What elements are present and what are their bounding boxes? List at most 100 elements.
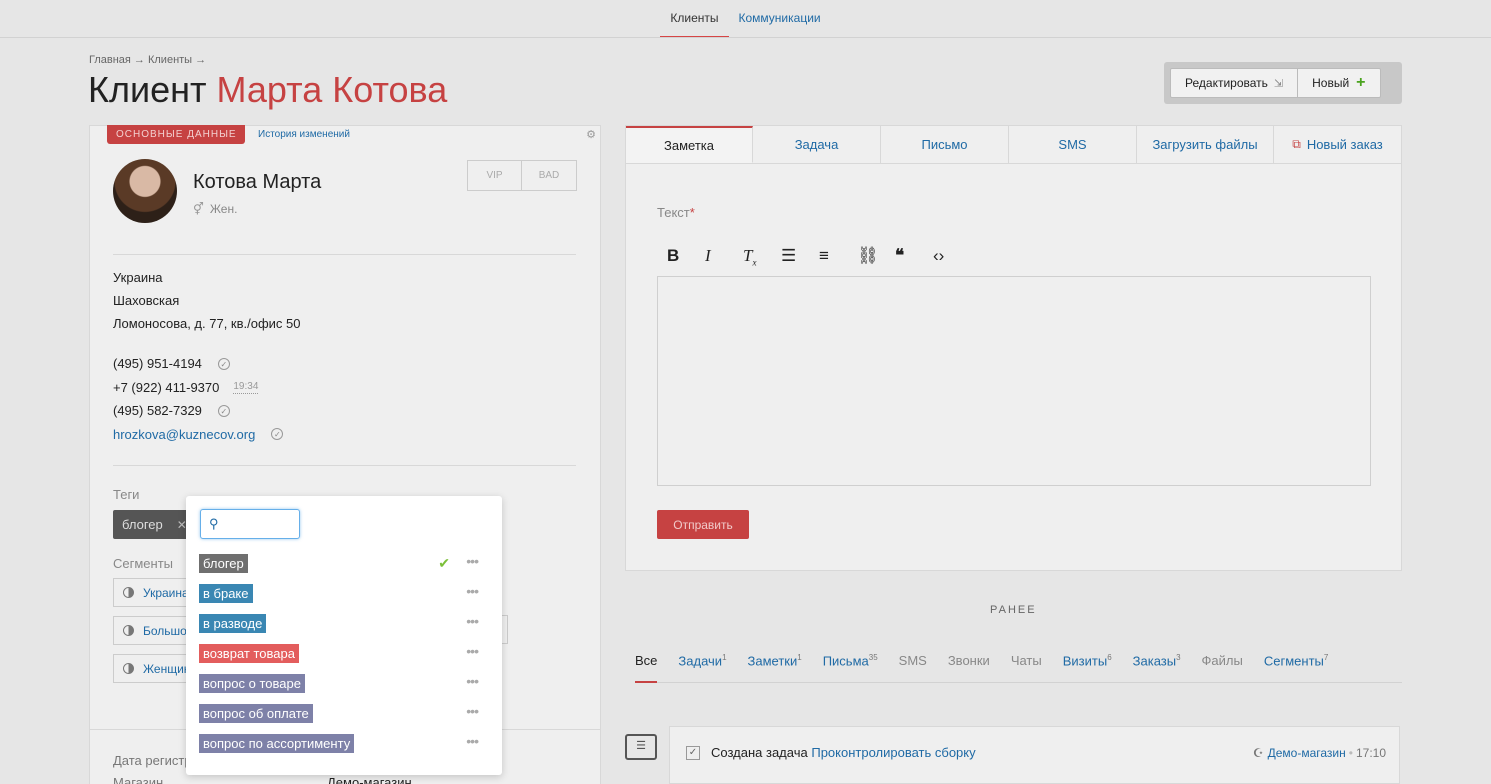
- phone-1[interactable]: (495) 951-4194: [113, 352, 202, 376]
- feed-item-shop[interactable]: Демо-магазин: [1268, 746, 1346, 760]
- more-options-icon[interactable]: •••: [466, 613, 479, 629]
- tag-option[interactable]: вопрос об оплате •••: [194, 698, 490, 728]
- history-link[interactable]: История изменений: [258, 129, 350, 140]
- shop-label: Магазин: [113, 775, 164, 784]
- gear-icon[interactable]: ⚙: [586, 128, 596, 141]
- breadcrumb[interactable]: Главная → Клиенты →: [89, 54, 206, 66]
- tag-chip[interactable]: блогер ✕: [113, 510, 196, 539]
- edit-button[interactable]: Редактировать ⇲: [1170, 68, 1299, 98]
- code-icon[interactable]: ‹›: [933, 246, 971, 267]
- feed-tab-count: 6: [1107, 653, 1112, 662]
- gender-label: Жен.: [209, 202, 238, 216]
- tab-note[interactable]: Заметка: [626, 126, 753, 163]
- feed-tab-all[interactable]: Все: [635, 653, 658, 683]
- avatar: [113, 159, 177, 223]
- more-options-icon[interactable]: •••: [466, 643, 479, 659]
- feed-tab-emails[interactable]: Письма35: [823, 653, 878, 682]
- tab-sms[interactable]: SMS: [1009, 126, 1137, 163]
- text-field-label-text: Текст: [657, 205, 690, 220]
- tag-option[interactable]: вопрос по ассортименту •••: [194, 728, 490, 758]
- tab-new-order[interactable]: ⧉ Новый заказ: [1274, 126, 1401, 163]
- tag-option-label: в разводе: [199, 613, 267, 633]
- feed-tab-label: Звонки: [947, 653, 990, 668]
- shop-value: Демо-магазин: [327, 775, 412, 784]
- search-icon: ⚲: [209, 516, 219, 531]
- contacts: (495) 951-4194 ✓ +7 (922) 411-9370 19:34 (…: [113, 352, 284, 447]
- segments-label: Сегменты: [113, 556, 174, 571]
- italic-icon[interactable]: I: [705, 246, 743, 267]
- task-checkbox[interactable]: ✓: [686, 746, 700, 760]
- feed-tab-notes[interactable]: Заметки1: [748, 653, 802, 682]
- customer-name: Котова Марта: [193, 171, 322, 193]
- tag-option[interactable]: в браке •••: [194, 578, 490, 608]
- feed-tab-label: Все: [635, 653, 658, 668]
- tag-option[interactable]: в разводе •••: [194, 608, 490, 638]
- divider: [113, 465, 576, 466]
- note-text-editor[interactable]: [657, 276, 1371, 486]
- link-icon[interactable]: ⛓: [857, 246, 895, 267]
- quote-icon[interactable]: ❝: [895, 246, 933, 267]
- feed-tab-count: 1: [797, 653, 802, 662]
- bullet-list-icon[interactable]: ☰: [781, 246, 819, 267]
- feed-tab-visits[interactable]: Визиты6: [1063, 653, 1112, 682]
- tag-option-label: блогер: [199, 553, 248, 573]
- feed-tab-sms[interactable]: SMS: [899, 653, 927, 682]
- tag-search-field[interactable]: ⚲: [200, 509, 300, 539]
- tag-search-input[interactable]: [227, 514, 293, 534]
- more-options-icon[interactable]: •••: [466, 703, 479, 719]
- tag-option[interactable]: возврат товара •••: [194, 638, 490, 668]
- segment-chip[interactable]: Украина: [113, 578, 195, 607]
- feed-tab-files[interactable]: Файлы: [1202, 653, 1243, 682]
- feed-tab-label: Заметки: [747, 653, 798, 669]
- tag-option-list: блогер ✔ ••• в браке ••• в разводе ••• возврат …: [194, 548, 490, 764]
- feed-tab-segments[interactable]: Сегменты7: [1264, 653, 1328, 682]
- bold-icon[interactable]: B: [667, 246, 705, 267]
- more-options-icon[interactable]: •••: [466, 553, 479, 569]
- email-link[interactable]: hrozkova@kuznecov.org: [113, 423, 255, 447]
- tab-email[interactable]: Письмо: [881, 126, 1009, 163]
- page-title: Клиент Марта Котова: [88, 69, 447, 111]
- section-ribbon[interactable]: ОСНОВНЫЕ ДАННЫЕ: [107, 125, 245, 144]
- verified-icon: ✓: [271, 428, 284, 441]
- address-country: Украина: [113, 270, 163, 285]
- feed-tab-label: Файлы: [1201, 653, 1243, 668]
- feed-item-title: Создана задача Проконтролировать сборку: [711, 745, 976, 760]
- more-options-icon[interactable]: •••: [466, 673, 479, 689]
- submit-button[interactable]: Отправить: [657, 510, 749, 539]
- phone-local-time: 19:34: [233, 380, 259, 394]
- nav-tab-communications[interactable]: Коммуникации: [729, 11, 831, 37]
- feed-tab-tasks[interactable]: Задачи1: [678, 653, 726, 682]
- feed-tab-calls[interactable]: Звонки: [948, 653, 990, 682]
- new-button[interactable]: Новый +: [1298, 68, 1381, 98]
- tag-option[interactable]: блогер ✔ •••: [194, 548, 490, 578]
- feed-tab-orders[interactable]: Заказы3: [1133, 653, 1181, 682]
- top-navigation: Клиенты Коммуникации: [0, 0, 1491, 38]
- phone-2[interactable]: +7 (922) 411-9370: [113, 376, 219, 400]
- feed-tab-count: 35: [868, 653, 878, 662]
- check-icon: ✔: [438, 555, 450, 571]
- nav-tab-clients[interactable]: Клиенты: [660, 11, 729, 37]
- tag-option[interactable]: вопрос о товаре •••: [194, 668, 490, 698]
- shop-icon: ☪: [1252, 746, 1264, 760]
- comment-list-icon: ☰: [625, 734, 657, 760]
- phone-3[interactable]: (495) 582-7329: [113, 399, 202, 423]
- numbered-list-icon[interactable]: ≡: [819, 246, 857, 267]
- feed-item-text: Создана задача: [711, 745, 808, 760]
- earlier-heading: РАНЕЕ: [990, 604, 1037, 616]
- feed-item-time: 17:10: [1355, 746, 1386, 760]
- more-options-icon[interactable]: •••: [466, 583, 479, 599]
- feed-item-link[interactable]: Проконтролировать сборку: [811, 745, 975, 760]
- bad-button[interactable]: BAD: [522, 160, 577, 191]
- feed-tab-chats[interactable]: Чаты: [1011, 653, 1042, 682]
- segment-chip[interactable]: Большой: [113, 616, 195, 645]
- segment-icon: [123, 663, 134, 674]
- vip-button[interactable]: VIP: [467, 160, 522, 191]
- new-button-label: Новый: [1312, 76, 1350, 90]
- feed-tab-label: Визиты: [1062, 653, 1108, 669]
- tab-upload-files[interactable]: Загрузить файлы: [1137, 126, 1274, 163]
- segment-icon: [123, 625, 134, 636]
- clear-format-icon[interactable]: Tx: [743, 246, 781, 267]
- segment-chip[interactable]: Женщин: [113, 654, 195, 683]
- more-options-icon[interactable]: •••: [466, 733, 479, 749]
- tab-task[interactable]: Задача: [753, 126, 881, 163]
